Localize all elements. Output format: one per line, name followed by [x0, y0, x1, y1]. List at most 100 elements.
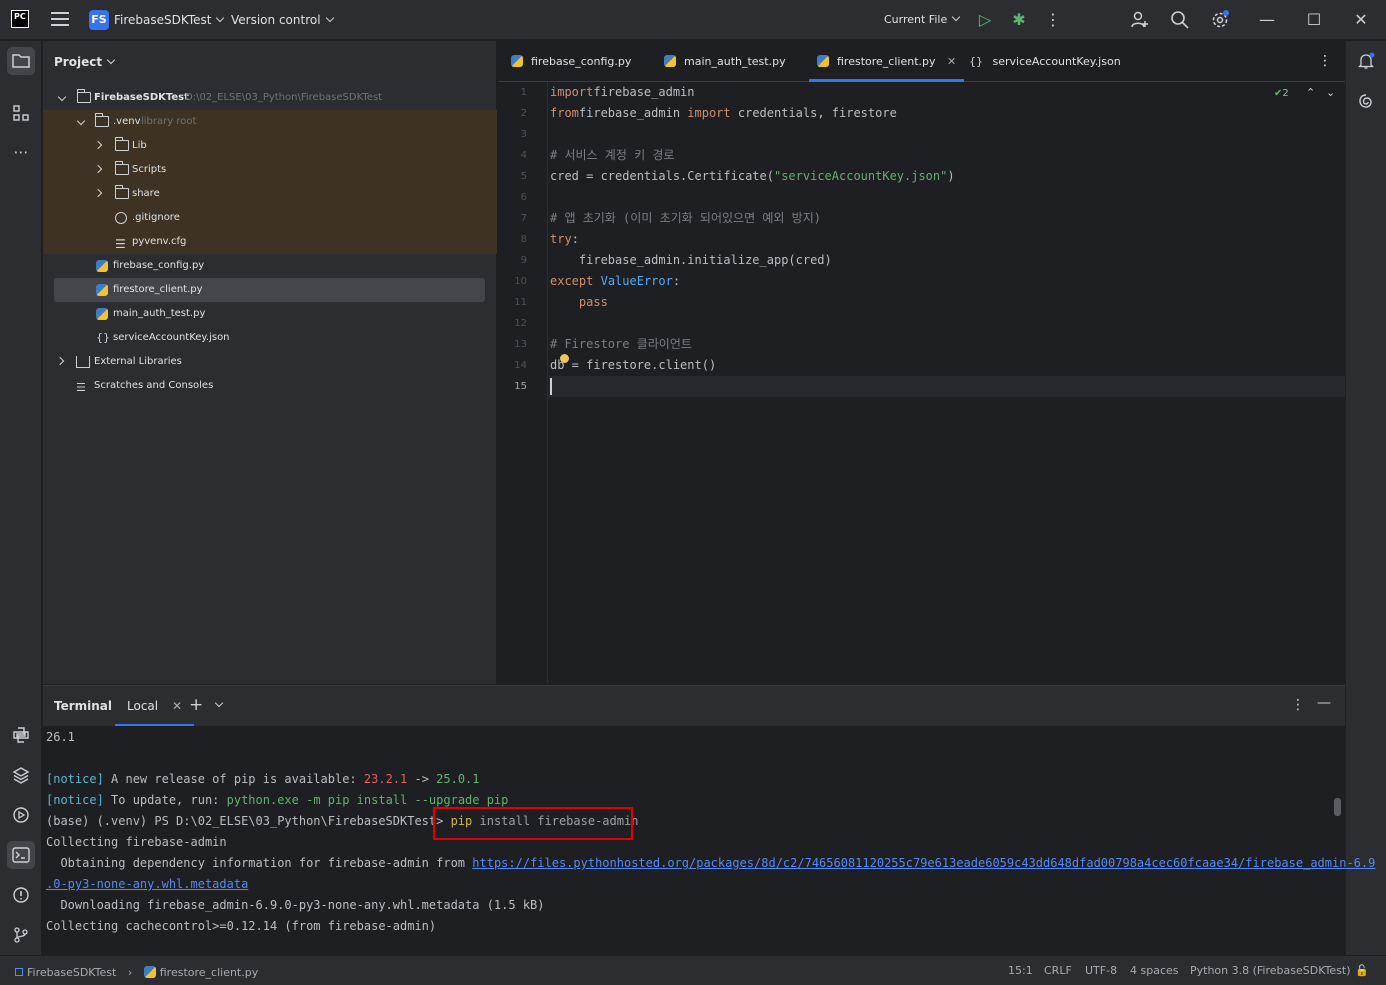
indent-setting[interactable]: 4 spaces [1130, 964, 1179, 977]
chevron-right-icon[interactable] [55, 356, 65, 366]
problems-icon[interactable] [7, 881, 35, 909]
hide-panel-icon[interactable]: — [1317, 695, 1331, 711]
git-icon[interactable] [7, 921, 35, 949]
chevron-down-icon [325, 13, 334, 23]
project-folder-icon[interactable] [7, 47, 35, 75]
terminal-line: 26.1 [46, 730, 75, 744]
close-tab-icon[interactable]: ✕ [172, 699, 182, 713]
tree-share-folder[interactable]: share [43, 182, 497, 206]
minimize-icon[interactable]: — [1257, 10, 1277, 30]
line-number: 2 [520, 108, 527, 119]
tree-item-label: .gitignore [132, 212, 180, 223]
code-line: importfirebase_admin [550, 85, 695, 99]
debug-icon[interactable]: ✱ [1009, 10, 1029, 30]
python-packages-icon[interactable] [7, 761, 35, 789]
new-terminal-icon[interactable]: + [189, 695, 203, 715]
tree-scripts-folder[interactable]: Scripts [43, 158, 497, 182]
chevron-right-icon[interactable] [93, 164, 103, 174]
tab-service-account-key[interactable]: {} serviceAccountKey.json [969, 41, 1121, 82]
close-icon[interactable]: ✕ [1351, 10, 1371, 30]
tree-root-folder[interactable]: FirebaseSDKTest D:\02_ELSE\03_Python\Fir… [43, 86, 497, 110]
terminal-more-icon[interactable]: ⋮ [1291, 697, 1305, 713]
code-line: cred = credentials.Certificate("serviceA… [550, 169, 955, 183]
python-console-icon[interactable] [7, 721, 35, 749]
tabs-more-icon[interactable]: ⋮ [1318, 41, 1332, 82]
maximize-icon[interactable]: ☐ [1304, 10, 1324, 30]
chevron-down-icon [106, 55, 116, 65]
tab-firebase-config[interactable]: firebase_config.py [511, 41, 631, 82]
close-tab-icon[interactable]: ✕ [947, 55, 956, 68]
root-folder-path: D:\02_ELSE\03_Python\FirebaseSDKTest [185, 92, 383, 103]
tree-firebase-config-file[interactable]: firebase_config.py [43, 254, 497, 278]
tree-firestore-client-file[interactable]: firestore_client.py [43, 278, 497, 302]
tree-service-account-key-file[interactable]: {} serviceAccountKey.json [43, 326, 497, 350]
breadcrumb-project[interactable]: FirebaseSDKTest [27, 966, 116, 979]
version-control-menu[interactable]: Version control [231, 13, 334, 27]
line-number: 8 [520, 234, 527, 245]
tree-item-label: firestore_client.py [113, 284, 203, 295]
terminal-icon[interactable] [7, 841, 35, 869]
menu-icon[interactable] [51, 12, 69, 28]
terminal-tab-local[interactable]: Local ✕ [115, 686, 194, 726]
tree-external-libraries[interactable]: External Libraries [43, 350, 497, 374]
run-icon[interactable]: ▷ [975, 10, 995, 30]
chevron-down-icon[interactable] [76, 116, 86, 126]
tree-lib-folder[interactable]: Lib [43, 134, 497, 158]
more-tools-icon[interactable]: ⋯ [7, 138, 35, 166]
line-number: 13 [514, 339, 527, 350]
tab-label: firestore_client.py [837, 55, 936, 68]
file-encoding[interactable]: UTF-8 [1085, 964, 1117, 977]
code-line: fromfirebase_admin import credentials, f… [550, 106, 897, 120]
chevron-up-icon[interactable]: ⌃ [1306, 86, 1315, 99]
run-config-selector[interactable]: Current File [884, 12, 961, 26]
tree-pyvenv-file[interactable]: ☰ pyvenv.cfg [43, 230, 497, 254]
python-interpreter[interactable]: Python 3.8 (FirebaseSDKTest) [1190, 964, 1351, 977]
json-file-icon: {} [969, 55, 983, 68]
chevron-down-icon[interactable] [57, 92, 67, 102]
structure-icon[interactable] [7, 99, 35, 127]
notifications-icon[interactable] [1352, 47, 1380, 75]
settings-icon[interactable] [1210, 10, 1230, 30]
more-icon[interactable]: ⋮ [1043, 10, 1063, 30]
text-caret [550, 378, 552, 395]
line-ending[interactable]: CRLF [1044, 964, 1072, 977]
lock-icon[interactable]: 🔓 [1355, 964, 1369, 977]
inspection-widget[interactable]: ✔2 [1274, 88, 1289, 99]
tab-main-auth-test[interactable]: main_auth_test.py [664, 41, 786, 82]
left-toolbar: ⋯ [0, 41, 42, 955]
terminal-options-menu[interactable] [214, 698, 224, 712]
tree-main-auth-test-file[interactable]: main_auth_test.py [43, 302, 497, 326]
breadcrumb-file[interactable]: firestore_client.py [160, 966, 259, 979]
code-line: # 서비스 계정 키 경로 [550, 148, 675, 162]
ai-assistant-icon[interactable] [1352, 87, 1380, 115]
line-number: 1 [520, 87, 527, 98]
code-editor[interactable]: 1 2 3 4 5 6 7 8 9 10 11 12 13 14 15 importfirebase_adm… [498, 82, 1345, 684]
tree-gitignore-file[interactable]: .gitignore [43, 206, 497, 230]
python-file-icon [96, 260, 108, 272]
chevron-right-icon[interactable] [93, 188, 103, 198]
tree-scratches[interactable]: ☰ Scratches and Consoles [43, 374, 497, 398]
line-number: 6 [520, 192, 527, 203]
add-user-icon[interactable] [1130, 10, 1150, 30]
search-icon[interactable] [1170, 10, 1190, 30]
right-toolbar [1345, 41, 1386, 955]
project-switcher[interactable]: FirebaseSDKTest [114, 13, 225, 27]
tree-venv-folder[interactable]: .venv library root [43, 110, 497, 134]
tab-firestore-client[interactable]: firestore_client.py ✕ [808, 41, 965, 82]
terminal-line: .0-py3-none-any.whl.metadata [46, 877, 249, 891]
python-file-icon [96, 308, 108, 320]
caret-position[interactable]: 15:1 [1008, 964, 1033, 977]
intention-bulb-icon[interactable] [560, 354, 569, 363]
folder-icon [115, 137, 129, 151]
chevron-right-icon[interactable] [93, 140, 103, 150]
project-panel-header[interactable]: Project [54, 55, 116, 69]
terminal-panel: Terminal Local ✕ + ⋮ — 26.1 [notice] A ne… [43, 685, 1375, 955]
chevron-down-icon[interactable]: ⌄ [1326, 86, 1335, 99]
code-line: try: [550, 232, 579, 246]
venv-library-root-note: library root [141, 116, 197, 127]
line-number: 7 [520, 213, 527, 224]
chevron-down-icon [216, 13, 225, 23]
project-badge[interactable]: FS [89, 10, 109, 30]
terminal-scrollbar[interactable] [1334, 798, 1341, 816]
services-icon[interactable] [7, 801, 35, 829]
